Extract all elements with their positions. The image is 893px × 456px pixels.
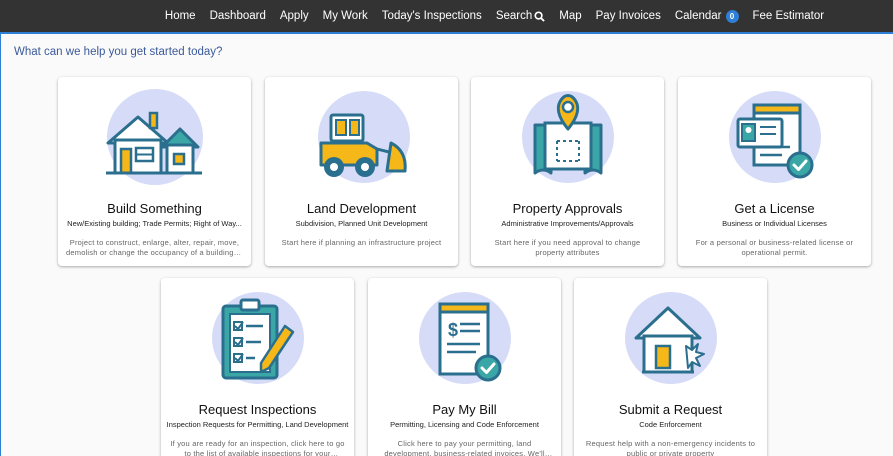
nav-dashboard[interactable]: Dashboard bbox=[210, 10, 266, 22]
search-icon bbox=[534, 10, 545, 22]
broken-house-icon bbox=[574, 278, 767, 396]
card-subtitle: Administrative Improvements/Approvals bbox=[501, 219, 634, 228]
card-title: Property Approvals bbox=[512, 201, 623, 216]
nav-my-work[interactable]: My Work bbox=[323, 10, 368, 22]
card-description: Project to construct, enlarge, alter, re… bbox=[66, 238, 243, 257]
intro-heading: What can we help you get started today? bbox=[14, 46, 223, 58]
nav-pay-invoices[interactable]: Pay Invoices bbox=[596, 10, 661, 22]
card-title: Submit a Request bbox=[618, 402, 723, 417]
nav-pay-invoices-label: Pay Invoices bbox=[595, 10, 661, 22]
nav-home[interactable]: Home bbox=[165, 10, 196, 22]
card-request-inspections[interactable]: Request Inspections Inspection Requests … bbox=[161, 278, 354, 456]
bulldozer-icon bbox=[265, 77, 458, 195]
card-description: For a personal or business-related licen… bbox=[695, 238, 854, 257]
nav-fee-estimator-label: Fee Estimator bbox=[752, 10, 825, 22]
card-subtitle: New/Existing building; Trade Permits; Ri… bbox=[67, 219, 242, 228]
nav-search[interactable]: Search bbox=[496, 10, 545, 22]
card-description: Start here if you need approval to chang… bbox=[494, 238, 641, 257]
nav-home-label: Home bbox=[164, 10, 196, 22]
card-title: Land Development bbox=[306, 201, 417, 216]
card-get-a-license[interactable]: Get a License Business or Individual Lic… bbox=[678, 77, 871, 266]
card-subtitle: Business or Individual Licenses bbox=[722, 219, 827, 228]
license-icon bbox=[678, 77, 871, 195]
card-description: If you are ready for an inspection, clic… bbox=[170, 439, 345, 456]
card-description: Click here to pay your permitting, land … bbox=[384, 439, 545, 456]
map-pin-icon bbox=[471, 77, 664, 195]
card-subtitle: Subdivision, Planned Unit Development bbox=[295, 219, 428, 228]
nav-search-label: Search bbox=[495, 10, 533, 22]
nav-map-label: Map bbox=[559, 10, 582, 22]
card-title: Pay My Bill bbox=[432, 402, 497, 417]
nav-dashboard-label: Dashboard bbox=[209, 10, 266, 22]
card-title: Request Inspections bbox=[198, 402, 317, 417]
nav-apply[interactable]: Apply bbox=[280, 10, 309, 22]
card-subtitle: Permitting, Licensing and Code Enforceme… bbox=[390, 420, 539, 429]
card-subtitle: Code Enforcement bbox=[639, 420, 702, 429]
card-description: Start here if planning an infrastructure… bbox=[281, 238, 442, 247]
nav-apply-label: Apply bbox=[279, 10, 309, 22]
calendar-count-badge: 0 bbox=[725, 9, 739, 23]
card-subtitle: Inspection Requests for Permitting, Land… bbox=[166, 420, 349, 429]
card-description: Request help with a non-emergency incide… bbox=[585, 439, 756, 456]
card-property-approvals[interactable]: Property Approvals Administrative Improv… bbox=[471, 77, 664, 266]
clipboard-icon bbox=[161, 278, 354, 396]
card-pay-my-bill[interactable]: $ Pay My Bill Permitting, Licensing and … bbox=[368, 278, 561, 456]
main-content: What can we help you get started today? … bbox=[0, 32, 893, 456]
svg-text:$: $ bbox=[448, 320, 458, 340]
nav-calendar-label: Calendar bbox=[674, 10, 722, 22]
card-title: Get a License bbox=[734, 201, 815, 216]
nav-calendar[interactable]: Calendar 0 bbox=[674, 9, 739, 23]
card-build-something[interactable]: Build Something New/Existing building; T… bbox=[58, 77, 251, 266]
card-submit-a-request[interactable]: Submit a Request Code Enforcement Reques… bbox=[574, 278, 767, 456]
nav-fee-estimator[interactable]: Fee Estimator bbox=[753, 10, 825, 22]
card-title: Build Something bbox=[107, 201, 202, 216]
nav-todays-inspections[interactable]: Today's Inspections bbox=[382, 10, 482, 22]
nav-todays-inspections-label: Today's Inspections bbox=[381, 10, 482, 22]
nav-map[interactable]: Map bbox=[559, 10, 581, 22]
bill-icon: $ bbox=[368, 278, 561, 396]
card-land-development[interactable]: Land Development Subdivision, Planned Un… bbox=[265, 77, 458, 266]
house-icon bbox=[58, 77, 251, 195]
nav-my-work-label: My Work bbox=[322, 10, 368, 22]
top-nav: Home Dashboard Apply My Work Today's Ins… bbox=[0, 0, 893, 32]
